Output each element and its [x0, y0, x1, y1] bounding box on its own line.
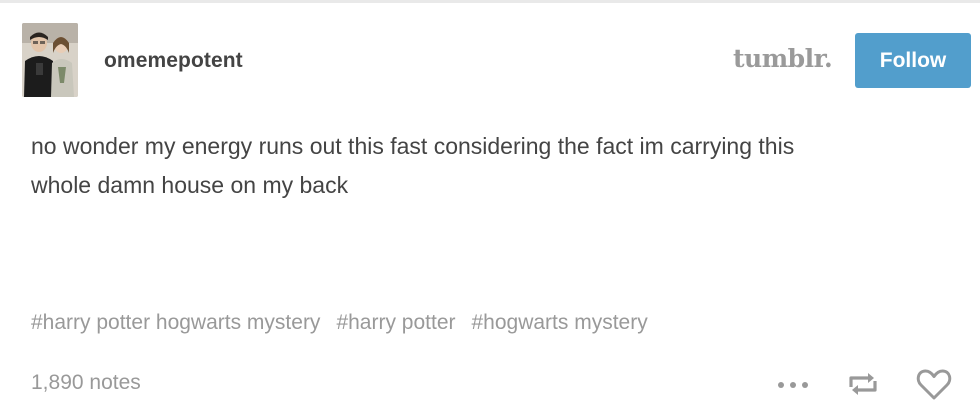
username-link[interactable]: omemepotent: [104, 49, 243, 73]
tumblr-logo: tumblr.: [733, 44, 833, 73]
avatar[interactable]: [22, 23, 78, 97]
tag-link[interactable]: #harry potter: [336, 311, 455, 335]
more-options-icon[interactable]: [775, 367, 811, 403]
post-text-line: no wonder my energy runs out this fast c…: [31, 133, 795, 159]
reblog-icon[interactable]: [844, 365, 882, 403]
tumblr-post: omemepotent tumblr. Follow no wonder my …: [0, 3, 980, 418]
follow-button[interactable]: Follow: [855, 33, 971, 88]
tag-list: #harry potter hogwarts mystery #harry pot…: [31, 311, 664, 335]
heart-icon[interactable]: [915, 365, 953, 403]
post-body: no wonder my energy runs out this fast c…: [31, 127, 931, 205]
notes-count[interactable]: 1,890 notes: [31, 371, 141, 395]
tag-link[interactable]: #hogwarts mystery: [472, 311, 648, 335]
post-text-line: whole damn house on my back: [31, 172, 349, 198]
tag-link[interactable]: #harry potter hogwarts mystery: [31, 311, 320, 335]
